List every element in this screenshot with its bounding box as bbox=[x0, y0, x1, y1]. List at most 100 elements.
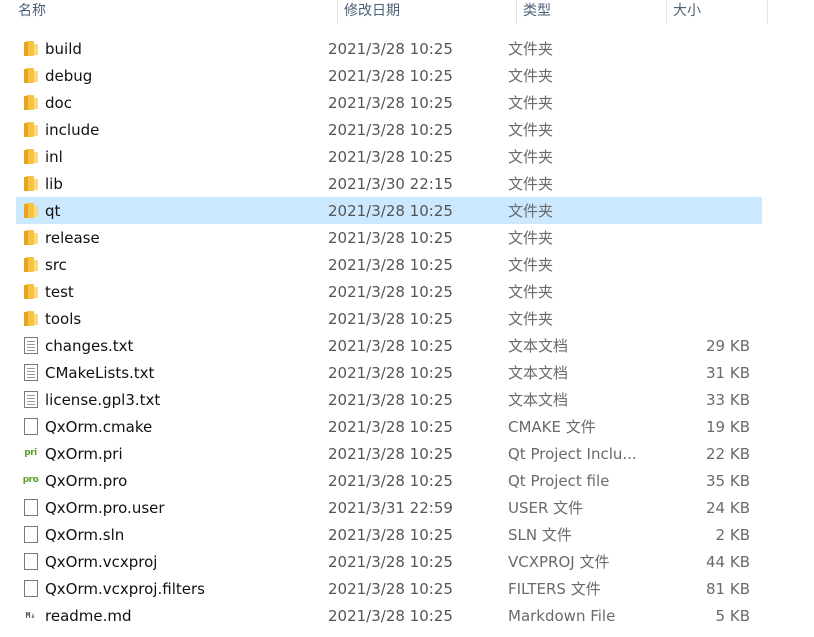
file-type: 文本文档 bbox=[508, 391, 569, 409]
file-row[interactable]: CMakeLists.txt 2021/3/28 10:25 文本文档 31 KB bbox=[16, 359, 762, 386]
modified-date: 2021/3/28 10:25 bbox=[328, 93, 453, 112]
markdown-file-icon: M↓ bbox=[16, 602, 45, 629]
file-row[interactable]: include 2021/3/28 10:25 文件夹 bbox=[16, 116, 762, 143]
folder-icon bbox=[16, 170, 45, 197]
folder-icon bbox=[16, 278, 45, 305]
file-type: 文件夹 bbox=[508, 148, 554, 166]
file-type-badge: M↓ bbox=[25, 611, 36, 620]
blank-file-icon bbox=[16, 575, 45, 602]
file-name: lib bbox=[45, 174, 63, 193]
file-row[interactable]: build 2021/3/28 10:25 文件夹 bbox=[16, 35, 762, 62]
file-size: 24 KB bbox=[706, 498, 750, 517]
file-row[interactable]: QxOrm.sln 2021/3/28 10:25 SLN 文件 2 KB bbox=[16, 521, 762, 548]
file-type: 文件夹 bbox=[508, 310, 554, 328]
modified-date: 2021/3/28 10:25 bbox=[328, 66, 453, 85]
file-type: 文件夹 bbox=[508, 175, 554, 193]
file-row[interactable]: src 2021/3/28 10:25 文件夹 bbox=[16, 251, 762, 278]
column-date-header[interactable]: 修改日期 bbox=[338, 0, 517, 24]
file-name: changes.txt bbox=[45, 336, 134, 355]
file-name: include bbox=[45, 120, 100, 139]
file-name: test bbox=[45, 282, 74, 301]
file-size: 33 KB bbox=[706, 390, 750, 409]
column-type-header[interactable]: 类型 bbox=[517, 0, 667, 24]
blank-file-icon bbox=[16, 494, 45, 521]
folder-icon bbox=[16, 224, 45, 251]
column-name-header[interactable]: 名称 bbox=[0, 0, 338, 24]
modified-date: 2021/3/28 10:25 bbox=[328, 255, 453, 274]
file-row[interactable]: QxOrm.pro.user 2021/3/31 22:59 USER 文件 24 K… bbox=[16, 494, 762, 521]
file-row[interactable]: QxOrm.vcxproj.filters 2021/3/28 10:25 FILT… bbox=[16, 575, 762, 602]
file-name: doc bbox=[45, 93, 72, 112]
modified-date: 2021/3/28 10:25 bbox=[328, 552, 453, 571]
file-size: 19 KB bbox=[706, 417, 750, 436]
file-type: 文本文档 bbox=[508, 364, 569, 382]
file-row[interactable]: QxOrm.cmake 2021/3/28 10:25 CMAKE 文件 19 KB bbox=[16, 413, 762, 440]
file-type: 文件夹 bbox=[508, 40, 554, 58]
file-size: 5 KB bbox=[715, 606, 750, 625]
file-type: 文件夹 bbox=[508, 229, 554, 247]
file-type: VCXPROJ 文件 bbox=[508, 553, 610, 571]
file-type: 文件夹 bbox=[508, 94, 554, 112]
column-size-header[interactable]: 大小 bbox=[667, 0, 768, 24]
modified-date: 2021/3/28 10:25 bbox=[328, 417, 453, 436]
folder-icon bbox=[16, 89, 45, 116]
file-row[interactable]: release 2021/3/28 10:25 文件夹 bbox=[16, 224, 762, 251]
file-type: 文件夹 bbox=[508, 121, 554, 139]
blank-file-icon bbox=[16, 521, 45, 548]
file-name: tools bbox=[45, 309, 82, 328]
file-row[interactable]: lib 2021/3/30 22:15 文件夹 bbox=[16, 170, 762, 197]
modified-date: 2021/3/28 10:25 bbox=[328, 309, 453, 328]
modified-date: 2021/3/28 10:25 bbox=[328, 147, 453, 166]
file-row[interactable]: qt 2021/3/28 10:25 文件夹 bbox=[16, 197, 762, 224]
modified-date: 2021/3/28 10:25 bbox=[328, 201, 453, 220]
file-row[interactable]: license.gpl3.txt 2021/3/28 10:25 文本文档 33 KB bbox=[16, 386, 762, 413]
pro-file-icon: pro bbox=[16, 467, 45, 494]
folder-icon bbox=[16, 62, 45, 89]
file-type: Qt Project Inclu... bbox=[508, 444, 637, 463]
file-type: 文件夹 bbox=[508, 283, 554, 301]
modified-date: 2021/3/28 10:25 bbox=[328, 336, 453, 355]
modified-date: 2021/3/28 10:25 bbox=[328, 525, 453, 544]
file-type: USER 文件 bbox=[508, 499, 584, 517]
modified-date: 2021/3/28 10:25 bbox=[328, 120, 453, 139]
file-row[interactable]: doc 2021/3/28 10:25 文件夹 bbox=[16, 89, 762, 116]
file-type: Markdown File bbox=[508, 606, 616, 625]
file-size: 81 KB bbox=[706, 579, 750, 598]
file-row[interactable]: test 2021/3/28 10:25 文件夹 bbox=[16, 278, 762, 305]
file-name: license.gpl3.txt bbox=[45, 390, 161, 409]
modified-date: 2021/3/31 22:59 bbox=[328, 498, 453, 517]
file-row[interactable]: pri QxOrm.pri 2021/3/28 10:25 Qt Project In… bbox=[16, 440, 762, 467]
file-name: QxOrm.sln bbox=[45, 525, 125, 544]
file-size: 44 KB bbox=[706, 552, 750, 571]
file-type: 文件夹 bbox=[508, 256, 554, 274]
file-name: release bbox=[45, 228, 100, 247]
file-size: 29 KB bbox=[706, 336, 750, 355]
file-type: 文本文档 bbox=[508, 337, 569, 355]
blank-file-icon bbox=[16, 548, 45, 575]
folder-icon bbox=[16, 143, 45, 170]
modified-date: 2021/3/28 10:25 bbox=[328, 606, 453, 625]
file-size: 2 KB bbox=[715, 525, 750, 544]
file-name: readme.md bbox=[45, 606, 132, 625]
file-type-badge: pro bbox=[22, 475, 39, 485]
file-name: build bbox=[45, 39, 82, 58]
file-row[interactable]: QxOrm.vcxproj 2021/3/28 10:25 VCXPROJ 文件 44… bbox=[16, 548, 762, 575]
file-type: SLN 文件 bbox=[508, 526, 572, 544]
file-type: FILTERS 文件 bbox=[508, 580, 601, 598]
pri-file-icon: pri bbox=[16, 440, 45, 467]
file-row[interactable]: M↓ readme.md 2021/3/28 10:25 Markdown File 5… bbox=[16, 602, 762, 629]
file-type: Qt Project file bbox=[508, 471, 610, 490]
file-row[interactable]: inl 2021/3/28 10:25 文件夹 bbox=[16, 143, 762, 170]
file-name: QxOrm.cmake bbox=[45, 417, 153, 436]
file-row[interactable]: debug 2021/3/28 10:25 文件夹 bbox=[16, 62, 762, 89]
file-name: qt bbox=[45, 201, 61, 220]
file-row[interactable]: tools 2021/3/28 10:25 文件夹 bbox=[16, 305, 762, 332]
file-size: 31 KB bbox=[706, 363, 750, 382]
modified-date: 2021/3/28 10:25 bbox=[328, 390, 453, 409]
file-row[interactable]: changes.txt 2021/3/28 10:25 文本文档 29 KB bbox=[16, 332, 762, 359]
file-size: 22 KB bbox=[706, 444, 750, 463]
file-row[interactable]: pro QxOrm.pro 2021/3/28 10:25 Qt Project fi… bbox=[16, 467, 762, 494]
modified-date: 2021/3/28 10:25 bbox=[328, 444, 453, 463]
file-type: CMAKE 文件 bbox=[508, 418, 596, 436]
file-type: 文件夹 bbox=[508, 202, 554, 220]
